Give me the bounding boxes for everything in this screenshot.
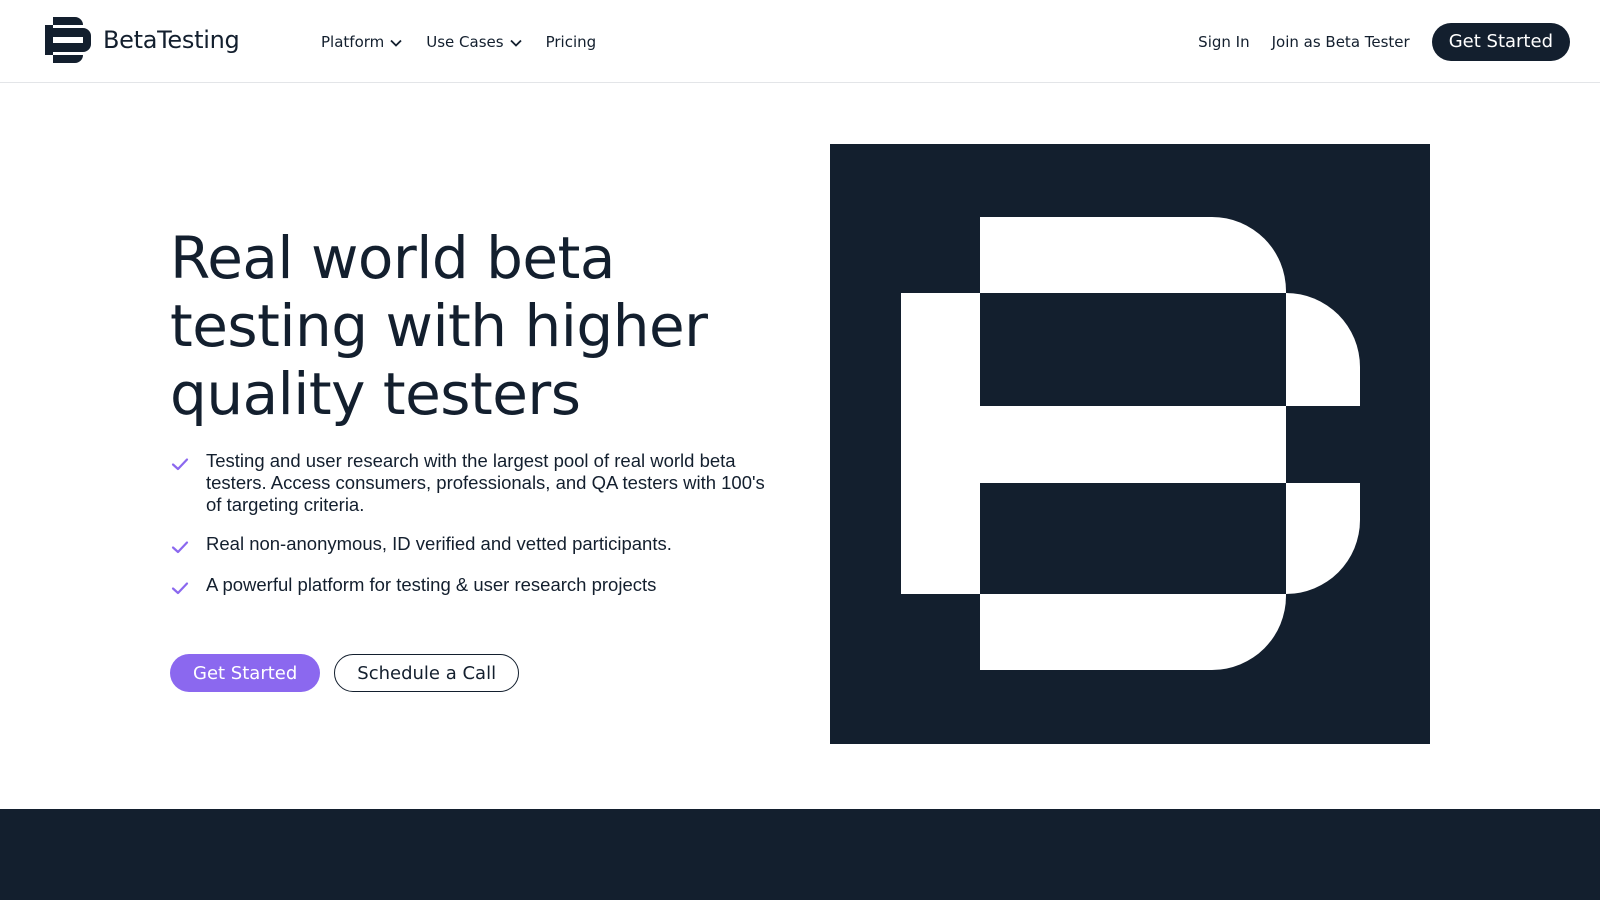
feature-text: Real non-anonymous, ID verified and vett… <box>206 533 672 554</box>
main-nav: Platform Use Cases Pricing <box>321 0 620 83</box>
schedule-call-button[interactable]: Schedule a Call <box>334 654 520 692</box>
check-icon <box>171 458 189 471</box>
feature-item: A powerful platform for testing & user r… <box>170 574 770 598</box>
check-icon <box>171 582 189 595</box>
feature-list: Testing and user research with the large… <box>170 450 770 615</box>
hero-title-line: Real world beta <box>170 224 615 292</box>
feature-text: Testing and user research with the large… <box>206 450 765 515</box>
brand-logo-link[interactable]: BetaTesting <box>45 17 240 63</box>
b-logo-icon <box>45 17 91 63</box>
chevron-down-icon <box>509 39 522 47</box>
feature-item: Testing and user research with the large… <box>170 450 770 516</box>
chevron-down-icon <box>390 39 402 47</box>
feature-item: Real non-anonymous, ID verified and vett… <box>170 533 770 557</box>
hero-title: Real world beta testing with higher qual… <box>170 224 770 428</box>
nav-item-pricing[interactable]: Pricing <box>546 33 597 51</box>
nav-item-platform[interactable]: Platform <box>321 33 402 51</box>
account-nav: Sign In Join as Beta Tester Get Started <box>1198 0 1570 83</box>
brand-name: BetaTesting <box>103 26 240 54</box>
hero-title-line: quality testers <box>170 360 581 428</box>
join-beta-tester-link[interactable]: Join as Beta Tester <box>1272 33 1410 51</box>
nav-item-label: Use Cases <box>426 32 504 51</box>
check-icon <box>171 541 189 554</box>
get-started-button[interactable]: Get Started <box>170 654 321 692</box>
sign-in-link[interactable]: Sign In <box>1198 33 1249 51</box>
nav-item-label: Pricing <box>545 32 597 51</box>
nav-item-use-cases[interactable]: Use Cases <box>426 32 522 51</box>
dark-section-band <box>0 809 1600 900</box>
site-header: BetaTesting Platform Use Cases Pricing S… <box>0 0 1600 83</box>
hero-cta-group: Get Started Schedule a Call <box>170 654 520 692</box>
header-get-started-button[interactable]: Get Started <box>1431 22 1570 61</box>
nav-item-label: Platform <box>321 32 385 51</box>
b-logo-graphic <box>830 144 1430 744</box>
feature-text: A powerful platform for testing & user r… <box>206 574 657 595</box>
hero-title-line: testing with higher <box>170 292 708 360</box>
